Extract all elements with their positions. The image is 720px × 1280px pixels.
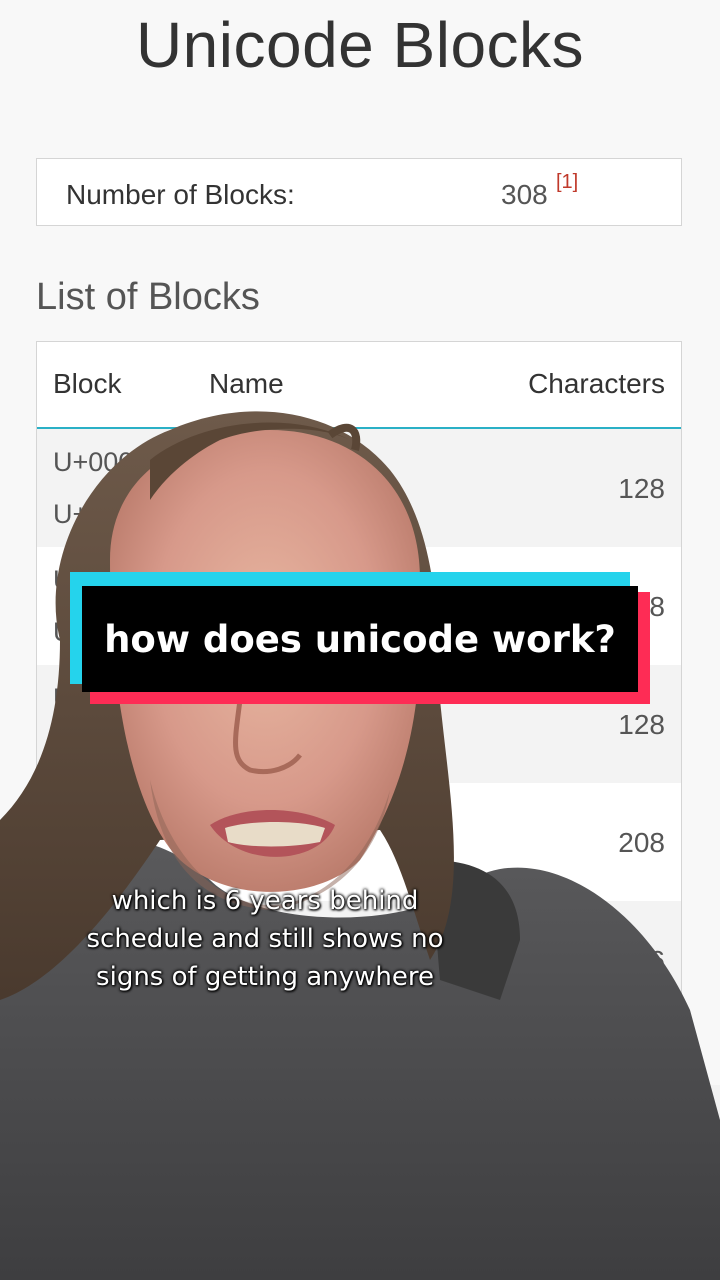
- subtitle-line: schedule and still shows no: [86, 924, 444, 954]
- column-header-block[interactable]: Block: [53, 368, 121, 400]
- table-header: Block Name Characters: [37, 342, 681, 429]
- block-character-count: 8: [649, 591, 665, 622]
- block-end-code: U+00: [53, 499, 119, 529]
- block-start-code: U+0000: [53, 447, 149, 477]
- footnote-reference-link[interactable]: [1]: [556, 171, 578, 194]
- block-count-value: 308: [501, 179, 548, 210]
- page-title: Unicode Blocks: [135, 9, 585, 81]
- caption-banner: how does unicode work?: [70, 572, 650, 704]
- caption-text: how does unicode work?: [104, 617, 616, 661]
- column-header-name[interactable]: Name: [209, 368, 284, 400]
- block-character-count: 96: [633, 945, 665, 976]
- block-count-label: Number of Blocks:: [66, 179, 295, 210]
- block-count-summary: Number of Blocks: 308 [1]: [36, 158, 682, 226]
- block-end-code: U+: [53, 735, 89, 765]
- screen: Unicode Blocks Number of Blocks: 308 [1]…: [0, 0, 720, 1280]
- column-header-characters[interactable]: Characters: [528, 368, 665, 400]
- table-row: U+0000 U+00 128: [37, 429, 681, 547]
- block-character-count: 208: [618, 827, 665, 858]
- block-character-count: 128: [618, 473, 665, 504]
- list-of-blocks-heading: List of Blocks: [36, 276, 260, 318]
- table-row: [37, 1019, 681, 1100]
- subtitle-line: which is 6 years behind: [111, 886, 419, 916]
- video-subtitle: which is 6 years behind schedule and sti…: [60, 882, 470, 996]
- subtitle-line: signs of getting anywhere: [96, 962, 434, 992]
- block-character-count: 128: [618, 709, 665, 740]
